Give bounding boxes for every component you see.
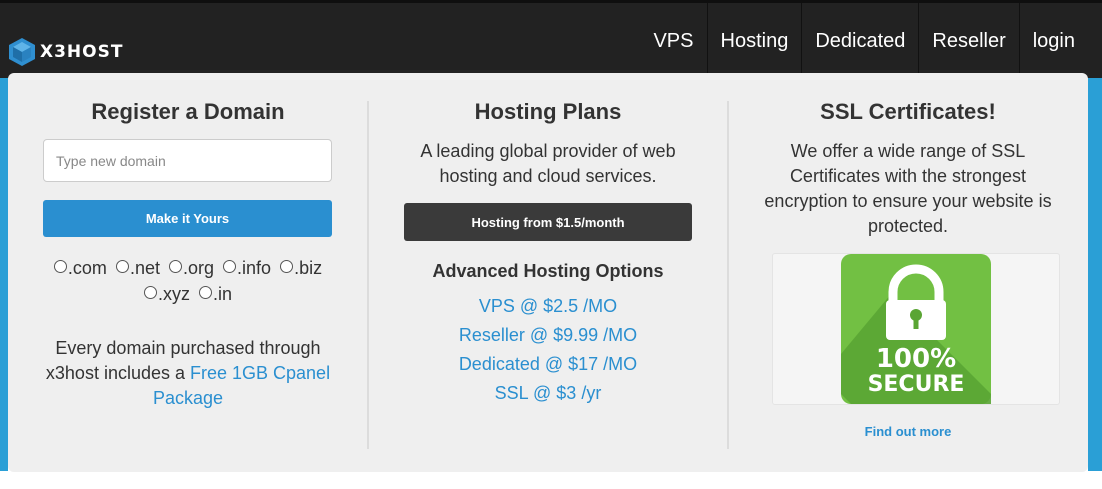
option-ssl-link[interactable]: SSL @ $3 /yr — [368, 379, 728, 408]
hosting-title: Hosting Plans — [474, 99, 622, 124]
hosting-from-button[interactable]: Hosting from $1.5/month — [404, 203, 692, 241]
make-it-yours-button[interactable]: Make it Yours — [43, 200, 332, 237]
hosting-description: A leading global provider of web hosting… — [420, 141, 676, 186]
nav-reseller[interactable]: Reseller — [919, 3, 1020, 78]
badge-percent-text: 100% — [876, 344, 956, 374]
radio-icon[interactable] — [223, 260, 237, 273]
brand-name: X3HOST — [40, 42, 124, 62]
tld-option-org[interactable]: .org — [168, 255, 214, 281]
radio-icon[interactable] — [115, 260, 129, 273]
brand[interactable]: X3HOST — [8, 37, 123, 67]
nav-login[interactable]: login — [1020, 3, 1088, 78]
hosting-options-list: VPS @ $2.5 /MO Reseller @ $9.99 /MO Dedi… — [368, 292, 728, 408]
secure-badge: 100% SECURE — [841, 254, 991, 404]
nav-hosting[interactable]: Hosting — [708, 3, 803, 78]
option-vps-link[interactable]: VPS @ $2.5 /MO — [368, 292, 728, 321]
domain-search-input[interactable] — [43, 139, 332, 182]
tld-option-in[interactable]: .in — [199, 281, 232, 307]
radio-icon[interactable] — [168, 260, 182, 273]
navbar: X3HOST VPS Hosting Dedicated Reseller lo… — [0, 0, 1102, 78]
ssl-badge-box: 100% SECURE — [772, 253, 1060, 405]
radio-icon[interactable] — [199, 286, 212, 299]
nav-vps[interactable]: VPS — [640, 3, 708, 78]
main-nav: VPS Hosting Dedicated Reseller login — [640, 3, 1088, 78]
radio-icon[interactable] — [53, 260, 67, 273]
tld-option-com[interactable]: .com — [53, 255, 107, 281]
domain-promo: Every domain purchased through x3host in… — [38, 336, 338, 411]
tld-option-biz[interactable]: .biz — [280, 255, 322, 281]
domain-title: Register a Domain — [91, 99, 285, 124]
advanced-options-title: Advanced Hosting Options — [432, 261, 664, 281]
features-panel: Register a Domain Make it Yours .com .ne… — [8, 73, 1088, 472]
tld-options: .com .net .org .info .biz .xyz .in — [48, 255, 328, 307]
right-accent-strip — [1088, 78, 1102, 471]
find-out-more-link[interactable]: Find out more — [728, 424, 1088, 439]
tld-option-xyz[interactable]: .xyz — [143, 281, 190, 307]
ssl-title: SSL Certificates! — [820, 99, 996, 124]
tld-option-info[interactable]: .info — [223, 255, 271, 281]
nav-dedicated[interactable]: Dedicated — [802, 3, 920, 78]
ssl-description: We offer a wide range of SSL Certificate… — [764, 141, 1052, 236]
left-accent-strip — [0, 78, 8, 471]
x3host-logo-icon — [9, 38, 35, 66]
radio-icon[interactable] — [280, 260, 294, 273]
option-reseller-link[interactable]: Reseller @ $9.99 /MO — [368, 321, 728, 350]
domain-column: Register a Domain Make it Yours .com .ne… — [8, 73, 368, 472]
radio-icon[interactable] — [143, 286, 157, 299]
hosting-column: Hosting Plans A leading global provider … — [368, 73, 728, 472]
badge-secure-text: SECURE — [868, 372, 965, 397]
option-dedicated-link[interactable]: Dedicated @ $17 /MO — [368, 350, 728, 379]
ssl-column: SSL Certificates! We offer a wide range … — [728, 73, 1088, 472]
tld-option-net[interactable]: .net — [115, 255, 160, 281]
